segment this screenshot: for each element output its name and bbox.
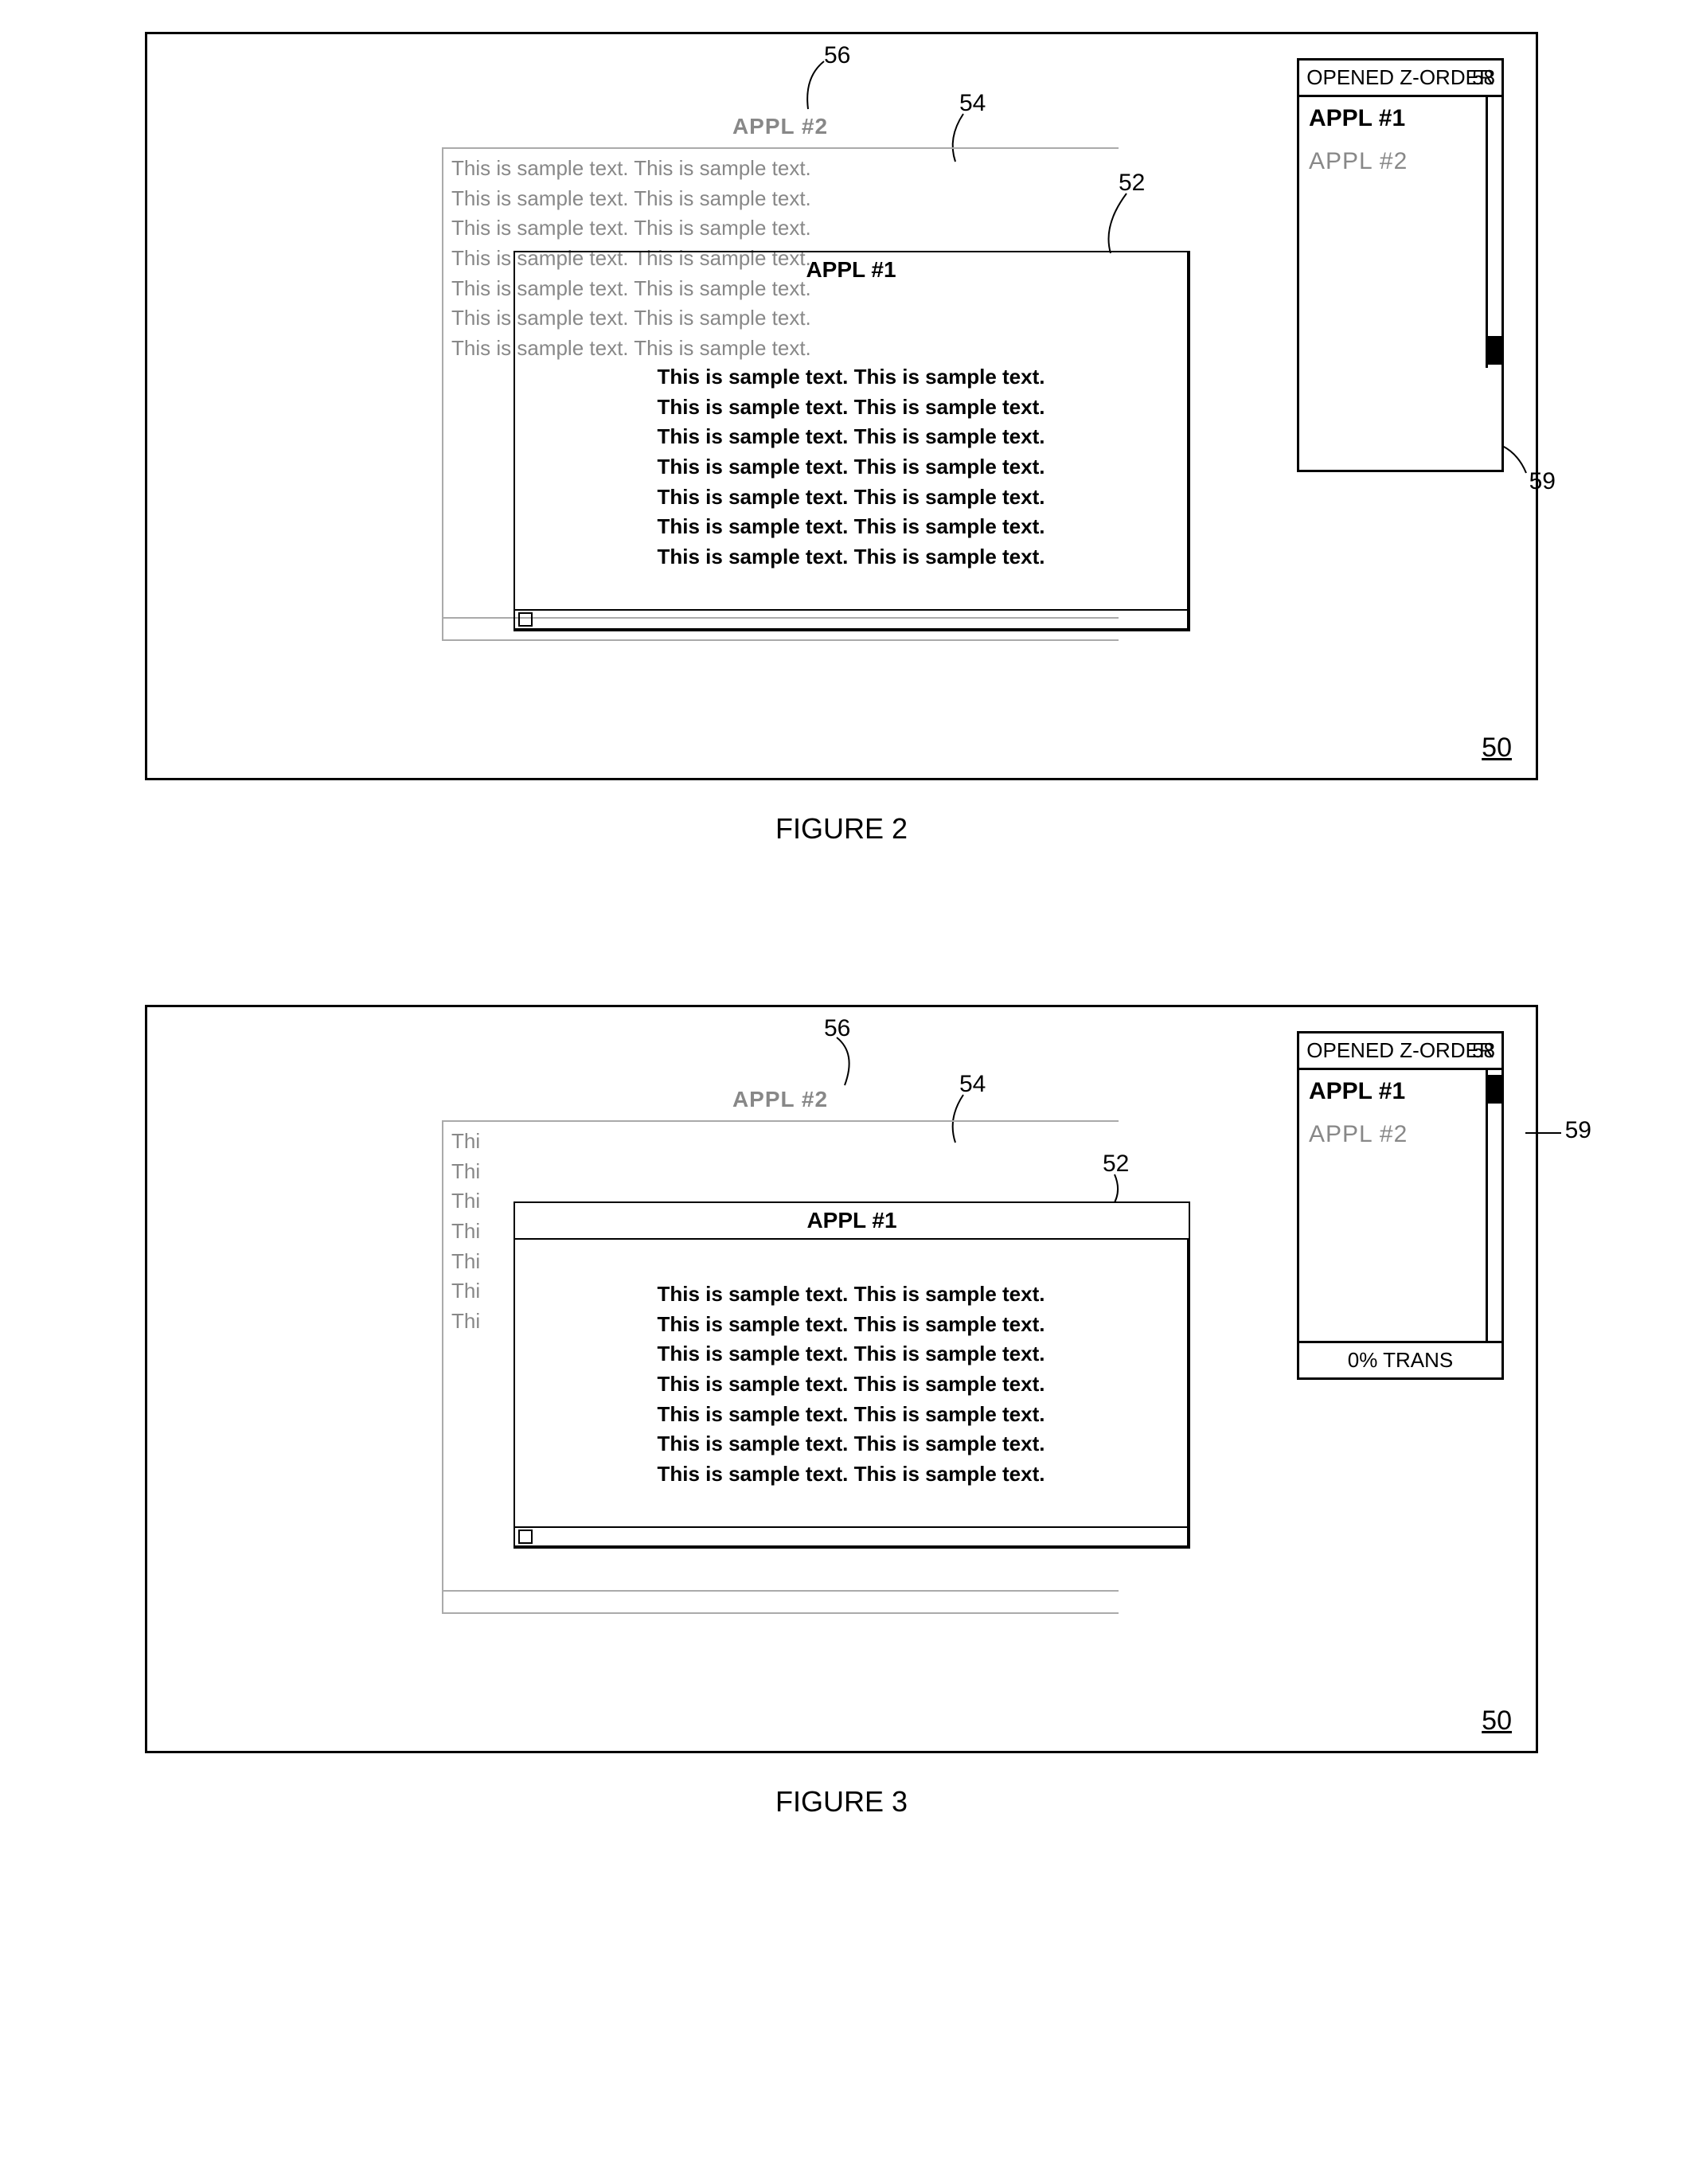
figure-3-block: 56 54 52 APPL #2 Thi Thi Thi Thi Thi Thi… [96, 1005, 1587, 1819]
zorder-panel: OPENED Z-ORDER 58 APPL #1 APPL #2 0% TRA… [1297, 1031, 1504, 1380]
screen-id: 50 [1482, 1705, 1512, 1737]
ref-52: 52 [1119, 170, 1145, 197]
zorder-panel: OPENED Z-ORDER 58 APPL #1 APPL #2 [1297, 58, 1504, 472]
appl1-body: APPL #1 This is sample text. This is sam… [513, 251, 1190, 631]
scrollbar-thumb-icon[interactable] [1488, 336, 1501, 365]
appl1-text-line: This is sample text. This is sample text… [523, 1429, 1179, 1459]
appl2-text-line: This is sample text. This is sample text… [451, 213, 1111, 244]
scrollbar-thumb-icon[interactable] [518, 612, 533, 627]
appl1-title: APPL #1 [523, 257, 1179, 283]
figure-3-caption: FIGURE 3 [96, 1785, 1587, 1819]
appl2-title: APPL #2 [442, 1087, 1119, 1112]
appl1-text-line: This is sample text. This is sample text… [523, 422, 1179, 452]
zorder-scrollbar[interactable] [1486, 1070, 1501, 1341]
appl2-title: APPL #2 [442, 114, 1119, 139]
screen-fig2: 56 54 52 APPL #2 This is sample text. Th… [145, 32, 1538, 780]
ref-52-label: 52 [1119, 170, 1145, 196]
appl1-scrollbar[interactable] [515, 609, 1187, 628]
ref-58-label: 58 [1472, 1038, 1495, 1063]
window-appl1[interactable]: APPL #1 This is sample text. This is sam… [513, 251, 1190, 631]
appl1-text-line: This is sample text. This is sample text… [523, 1310, 1179, 1340]
zorder-list: APPL #1 APPL #2 [1299, 97, 1501, 368]
figure-2-block: 56 54 52 APPL #2 This is sample text. Th… [96, 32, 1587, 846]
appl1-text-line: This is sample text. This is sample text… [523, 542, 1179, 572]
appl1-text-line: This is sample text. This is sample text… [523, 393, 1179, 423]
appl1-body: This is sample text. This is sample text… [513, 1240, 1190, 1549]
ref-54-label: 54 [959, 90, 986, 116]
window-appl1[interactable]: APPL #1 This is sample text. This is sam… [513, 1201, 1190, 1549]
ref-59: 59 [1565, 1117, 1591, 1144]
zorder-footer: 0% TRANS [1299, 1341, 1501, 1377]
appl2-text-line: This is sample text. This is sample text… [451, 154, 1111, 184]
figure-2-caption: FIGURE 2 [96, 812, 1587, 846]
appl1-text-line: This is sample text. This is sample text… [523, 483, 1179, 513]
scrollbar-thumb-icon[interactable] [518, 1530, 533, 1544]
zorder-scrollbar[interactable] [1486, 97, 1501, 368]
appl2-text-line: Thi [451, 1157, 1111, 1187]
ref-54: 54 [959, 90, 986, 117]
ref-56-label: 56 [824, 42, 850, 68]
appl1-text-line: This is sample text. This is sample text… [523, 1339, 1179, 1369]
ref-56: 56 [824, 42, 850, 69]
appl1-text-line: This is sample text. This is sample text… [523, 362, 1179, 393]
ref-59-label: 59 [1529, 468, 1556, 494]
ref-59: 59 [1529, 468, 1556, 495]
appl2-scrollbar[interactable] [443, 1590, 1119, 1612]
ref-56-label: 56 [824, 1015, 850, 1041]
appl1-titlebar[interactable]: APPL #1 [513, 1201, 1190, 1240]
ref-59-label: 59 [1565, 1117, 1591, 1143]
ref-58-label: 58 [1472, 65, 1495, 90]
appl1-text-line: This is sample text. This is sample text… [523, 512, 1179, 542]
appl1-scrollbar[interactable] [515, 1526, 1187, 1545]
appl2-text-line: Thi [451, 1127, 1111, 1157]
screen-id: 50 [1482, 733, 1512, 764]
zorder-list: APPL #1 APPL #2 [1299, 1070, 1501, 1341]
zorder-header-label: OPENED Z-ORDER [1306, 1038, 1494, 1062]
zorder-header-label: OPENED Z-ORDER [1306, 65, 1494, 89]
zorder-item-appl1[interactable]: APPL #1 [1299, 1070, 1501, 1113]
zorder-header: OPENED Z-ORDER 58 [1299, 1033, 1501, 1070]
zorder-item-appl2[interactable]: APPL #2 [1299, 1113, 1501, 1156]
appl1-text-line: This is sample text. This is sample text… [523, 1400, 1179, 1430]
appl1-text-line: This is sample text. This is sample text… [523, 1369, 1179, 1400]
scrollbar-thumb-icon[interactable] [1488, 1075, 1501, 1104]
zorder-header: OPENED Z-ORDER 58 [1299, 61, 1501, 97]
screen-fig3: 56 54 52 APPL #2 Thi Thi Thi Thi Thi Thi… [145, 1005, 1538, 1753]
ref-56: 56 [824, 1015, 850, 1042]
zorder-item-appl2[interactable]: APPL #2 [1299, 140, 1501, 183]
appl2-text-line: This is sample text. This is sample text… [451, 184, 1111, 214]
appl1-text-line: This is sample text. This is sample text… [523, 1280, 1179, 1310]
appl1-text-line: This is sample text. This is sample text… [523, 452, 1179, 483]
appl1-text-line: This is sample text. This is sample text… [523, 1459, 1179, 1490]
zorder-item-appl1[interactable]: APPL #1 [1299, 97, 1501, 140]
